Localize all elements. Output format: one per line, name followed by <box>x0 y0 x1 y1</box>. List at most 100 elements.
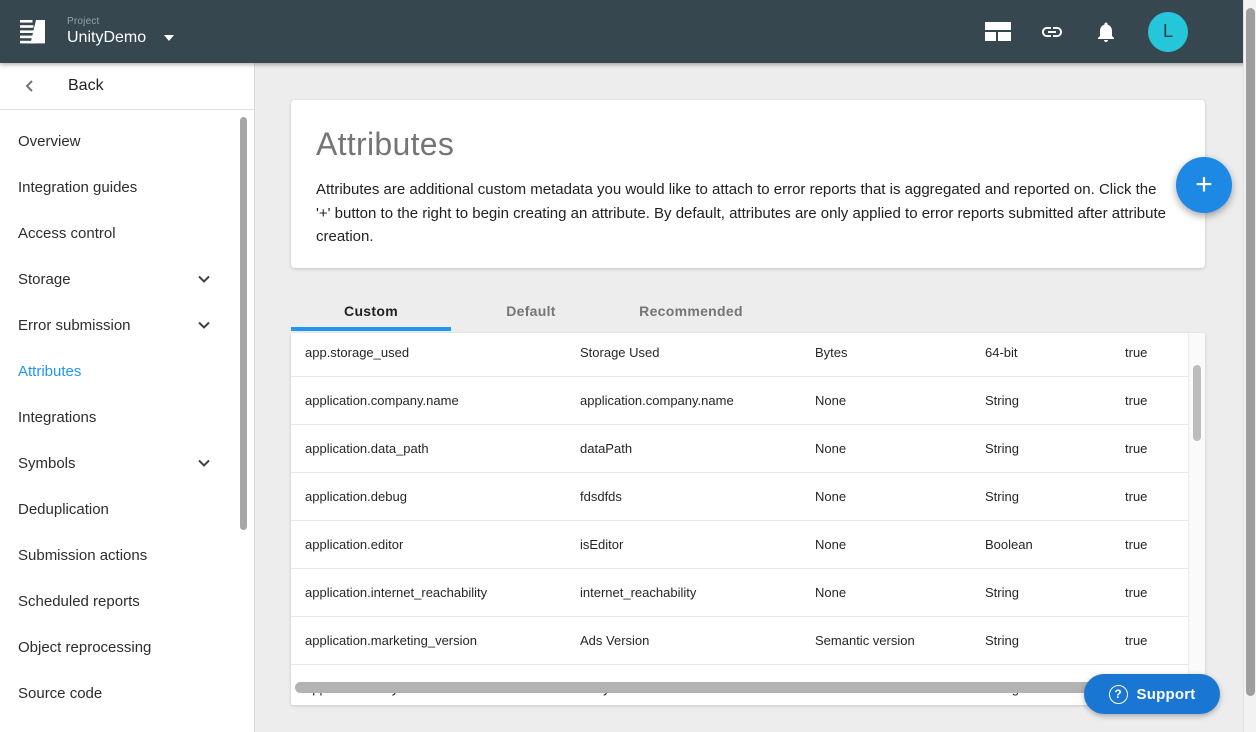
table-cell: Bytes <box>815 345 985 360</box>
chevron-down-icon <box>196 455 212 471</box>
plus-icon: + <box>1195 170 1213 200</box>
table-cell: String <box>985 441 1125 456</box>
sidebar-item-source-code[interactable]: Source code <box>0 670 254 716</box>
sidebar-item-label: Deduplication <box>18 501 109 518</box>
table-cell: app.storage_used <box>305 345 580 360</box>
sidebar-item-attributes[interactable]: Attributes <box>0 348 254 394</box>
sidebar-item-object-reprocessing[interactable]: Object reprocessing <box>0 624 254 670</box>
sidebar-item-integrations[interactable]: Integrations <box>0 394 254 440</box>
sidebar-item-deduplication[interactable]: Deduplication <box>0 486 254 532</box>
settings-sidebar: Back Overview Integration guides Access co… <box>0 63 255 732</box>
table-horizontal-scrollbar-thumb[interactable] <box>295 682 1135 693</box>
tab-label: Default <box>506 303 556 319</box>
table-row[interactable]: application.data_pathdataPathNoneStringt… <box>291 425 1188 473</box>
table-cell: true <box>1125 345 1188 360</box>
table-cell: String <box>985 393 1125 408</box>
sidebar-item-label: Symbols <box>18 455 76 472</box>
back-button[interactable]: Back <box>0 63 254 110</box>
sidebar-item-scheduled-reports[interactable]: Scheduled reports <box>0 578 254 624</box>
table-cell: application.debug <box>305 489 580 504</box>
sidebar-item-access-control[interactable]: Access control <box>0 210 254 256</box>
table-cell: true <box>1125 393 1188 408</box>
sidebar-item-label: Error submission <box>18 317 131 334</box>
attributes-table: app.storage_usedStorage UsedBytes64-bitt… <box>291 333 1188 705</box>
sidebar-item-label: Access control <box>18 225 116 242</box>
sidebar-scrollbar[interactable] <box>240 117 247 530</box>
table-row[interactable]: application.company.nameapplication.comp… <box>291 377 1188 425</box>
table-row[interactable]: app.storage_usedStorage UsedBytes64-bitt… <box>291 333 1188 377</box>
table-cell: application.editor <box>305 537 580 552</box>
table-cell: Boolean <box>985 537 1125 552</box>
sidebar-item-label: Source code <box>18 685 102 702</box>
support-label: Support <box>1137 686 1196 703</box>
table-cell: internet_reachability <box>580 585 815 600</box>
table-cell: None <box>815 393 985 408</box>
page-description: Attributes are additional custom metadat… <box>316 178 1168 249</box>
support-button[interactable]: ? Support <box>1084 674 1220 714</box>
tab-default[interactable]: Default <box>451 291 611 331</box>
sidebar-item-label: Submission actions <box>18 547 147 564</box>
table-cell: application.marketing_version <box>305 633 580 648</box>
add-attribute-button[interactable]: + <box>1176 157 1232 213</box>
table-cell: Storage Used <box>580 345 815 360</box>
table-cell: None <box>815 441 985 456</box>
topbar-actions: L <box>956 12 1188 52</box>
table-cell: true <box>1125 537 1188 552</box>
chevron-down-icon <box>196 317 212 333</box>
table-row[interactable]: application.debugfdsdfdsNoneStringtrue <box>291 473 1188 521</box>
table-cell: Ads Version <box>580 633 815 648</box>
sidebar-item-label: Attributes <box>18 363 81 380</box>
chevron-down-icon <box>164 35 174 41</box>
user-avatar[interactable]: L <box>1148 12 1188 52</box>
layout-quilt-icon[interactable] <box>986 20 1010 44</box>
table-cell: fdsdfds <box>580 489 815 504</box>
top-bar: Project UnityDemo L <box>0 0 1256 63</box>
sidebar-item-label: Object reprocessing <box>18 639 151 656</box>
table-cell: true <box>1125 441 1188 456</box>
sidebar-item-label: Overview <box>18 133 81 150</box>
table-row[interactable]: application.marketing_versionAds Version… <box>291 617 1188 665</box>
page-scrollbar-track[interactable] <box>1243 0 1256 732</box>
sidebar-item-submission-actions[interactable]: Submission actions <box>0 532 254 578</box>
table-cell: dataPath <box>580 441 815 456</box>
sidebar-item-overview[interactable]: Overview <box>0 118 254 164</box>
tab-label: Recommended <box>639 303 743 319</box>
table-cell: true <box>1125 633 1188 648</box>
table-cell: 64-bit <box>985 345 1125 360</box>
table-cell: application.company.name <box>580 393 815 408</box>
help-icon: ? <box>1109 685 1128 704</box>
sidebar-item-symbols[interactable]: Symbols <box>0 440 254 486</box>
project-name: UnityDemo <box>67 29 146 47</box>
table-cell: true <box>1125 585 1188 600</box>
sidebar-item-error-submission[interactable]: Error submission <box>0 302 254 348</box>
table-row[interactable]: application.editorisEditorNoneBooleantru… <box>291 521 1188 569</box>
table-cell: application.company.name <box>305 393 580 408</box>
sidebar-item-integration-guides[interactable]: Integration guides <box>0 164 254 210</box>
attributes-table-card: app.storage_usedStorage UsedBytes64-bitt… <box>291 333 1205 705</box>
table-cell: Semantic version <box>815 633 985 648</box>
table-cell: isEditor <box>580 537 815 552</box>
table-row[interactable]: application.internet_reachabilityinterne… <box>291 569 1188 617</box>
chevron-down-icon <box>196 271 212 287</box>
sidebar-item-storage[interactable]: Storage <box>0 256 254 302</box>
sidebar-nav: Overview Integration guides Access control… <box>0 110 254 716</box>
avatar-letter: L <box>1163 21 1173 42</box>
table-cell: String <box>985 633 1125 648</box>
backtrace-logo-icon[interactable] <box>15 14 51 50</box>
tab-recommended[interactable]: Recommended <box>611 291 771 331</box>
project-selector[interactable]: Project UnityDemo <box>67 16 174 47</box>
table-scrollbar-track[interactable] <box>1188 333 1205 705</box>
table-cell: String <box>985 489 1125 504</box>
page-scrollbar-thumb[interactable] <box>1246 8 1255 696</box>
sidebar-item-label: Integration guides <box>18 179 137 196</box>
table-cell: None <box>815 585 985 600</box>
bell-icon[interactable] <box>1094 20 1118 44</box>
tab-custom[interactable]: Custom <box>291 291 451 331</box>
back-label: Back <box>68 77 104 95</box>
attributes-header-card: Attributes Attributes are additional cus… <box>291 100 1205 268</box>
page-title: Attributes <box>316 126 1179 163</box>
link-icon[interactable] <box>1040 20 1064 44</box>
table-scrollbar-thumb[interactable] <box>1193 365 1201 441</box>
table-cell: true <box>1125 489 1188 504</box>
table-cell: None <box>815 537 985 552</box>
